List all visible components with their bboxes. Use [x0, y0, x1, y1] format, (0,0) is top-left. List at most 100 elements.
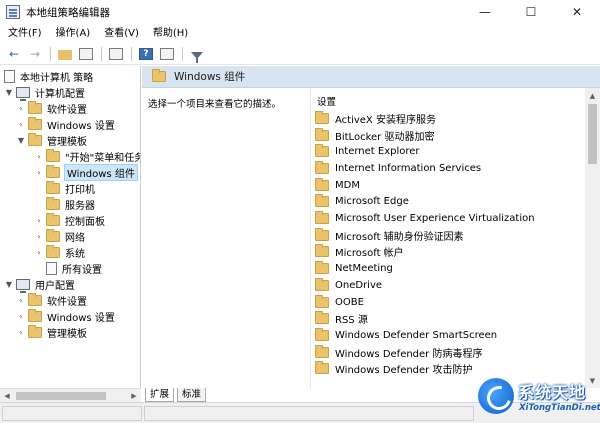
list-item-label: OneDrive: [335, 279, 383, 291]
list-item[interactable]: BitLocker 驱动器加密: [315, 127, 434, 144]
list-item[interactable]: Windows Defender 攻击防护: [315, 361, 472, 378]
list-item[interactable]: RSS 源: [315, 310, 368, 327]
column-header-setting[interactable]: 设置: [317, 94, 336, 108]
expand-chevron-icon[interactable]: ›: [34, 244, 44, 260]
tree-horizontal-scrollbar[interactable]: ◀ ▶: [0, 388, 141, 402]
forward-button[interactable]: →: [25, 45, 45, 63]
tree-item-label: 服务器: [65, 200, 95, 212]
tree-item-all-settings[interactable]: 所有设置: [46, 260, 102, 276]
list-item[interactable]: Microsoft Edge: [315, 194, 409, 211]
tree-item-windows-settings[interactable]: › Windows 设置: [16, 116, 115, 132]
folder-icon: [28, 116, 42, 130]
tab-extended[interactable]: 扩展: [145, 388, 175, 402]
folder-icon: [46, 212, 60, 226]
tree-item-user-software-settings[interactable]: › 软件设置: [16, 292, 87, 308]
expand-chevron-icon[interactable]: ›: [16, 292, 26, 308]
tree-item-label: Windows 组件: [64, 163, 138, 181]
tree-item-label: 控制面板: [65, 216, 105, 228]
folder-icon: [315, 244, 329, 258]
tree-item-printers[interactable]: 打印机: [46, 180, 95, 196]
menu-action[interactable]: 操作(A): [49, 24, 98, 43]
maximize-button[interactable]: ☐: [508, 0, 554, 24]
collapse-chevron-icon[interactable]: ▼: [16, 132, 26, 148]
scroll-up-arrow-icon[interactable]: ▲: [585, 88, 600, 103]
description-text: 选择一个项目来查看它的描述。: [148, 99, 282, 110]
help-button[interactable]: ?: [136, 45, 156, 63]
back-button[interactable]: ←: [4, 45, 24, 63]
tree-item-label: 本地计算机 策略: [20, 72, 94, 84]
folder-icon: [315, 160, 329, 174]
tree-item-root[interactable]: 本地计算机 策略: [4, 68, 93, 84]
show-hide-tree-button[interactable]: [76, 45, 96, 63]
scrollbar-thumb[interactable]: [588, 104, 597, 164]
folder-icon: [315, 227, 329, 241]
list-item[interactable]: Microsoft User Experience Virtualization: [315, 210, 535, 227]
list-item[interactable]: Internet Explorer: [315, 143, 420, 160]
tree-item-start-menu[interactable]: › "开始"菜单和任务栏: [34, 148, 140, 164]
tree-item-user-config[interactable]: ▼ 用户配置: [4, 276, 75, 293]
expand-chevron-icon[interactable]: ›: [34, 228, 44, 244]
folder-icon: [315, 327, 329, 341]
tree-item-network[interactable]: › 网络: [34, 228, 85, 244]
menu-file[interactable]: 文件(F): [0, 24, 49, 43]
close-button[interactable]: ✕: [554, 0, 600, 24]
scrollbar-thumb[interactable]: [16, 392, 106, 400]
folder-icon: [46, 228, 60, 242]
list-item-label: RSS 源: [335, 315, 368, 327]
tree-item-user-admin-templates[interactable]: › 管理模板: [16, 324, 87, 340]
expand-chevron-icon[interactable]: ›: [16, 100, 26, 116]
list-item[interactable]: ActiveX 安装程序服务: [315, 110, 436, 127]
tree-item-computer-config[interactable]: ▼ 计算机配置: [4, 84, 85, 101]
expand-chevron-icon[interactable]: ›: [34, 212, 44, 228]
list-item[interactable]: Microsoft 辅助身份验证因素: [315, 227, 464, 244]
list-item[interactable]: MDM: [315, 177, 360, 194]
tree-item-user-windows-settings[interactable]: › Windows 设置: [16, 308, 115, 324]
list-item[interactable]: Internet Information Services: [315, 160, 481, 177]
collapse-chevron-icon[interactable]: ▼: [4, 276, 14, 292]
list-item[interactable]: NetMeeting: [315, 260, 393, 277]
menu-help[interactable]: 帮助(H): [146, 24, 195, 43]
expand-chevron-icon[interactable]: ›: [16, 308, 26, 324]
list-item[interactable]: Windows Defender 防病毒程序: [315, 344, 482, 361]
list-item-label: BitLocker 驱动器加密: [335, 131, 435, 143]
expand-chevron-icon[interactable]: ›: [16, 324, 26, 340]
list-item[interactable]: Windows Defender SmartScreen: [315, 327, 497, 344]
scroll-right-arrow-icon[interactable]: ▶: [127, 389, 141, 403]
tree-item-servers[interactable]: 服务器: [46, 196, 95, 212]
export-list-button[interactable]: [106, 45, 126, 63]
list-item[interactable]: OOBE: [315, 294, 364, 311]
window-controls: — ☐ ✕: [462, 0, 600, 24]
scroll-left-arrow-icon[interactable]: ◀: [0, 389, 14, 403]
console-tree[interactable]: 本地计算机 策略 ▼ 计算机配置 › 软件设置 › Windows 设置 ▼ 管…: [0, 66, 141, 402]
tree-item-label: Windows 设置: [47, 120, 115, 132]
menu-view[interactable]: 查看(V): [97, 24, 146, 43]
details-header: Windows 组件: [142, 66, 600, 88]
filter-button[interactable]: [187, 45, 207, 63]
app-icon: [6, 5, 20, 19]
list-item[interactable]: Microsoft 帐户: [315, 244, 404, 261]
tree-item-control-panel[interactable]: › 控制面板: [34, 212, 105, 228]
settings-vertical-scrollbar[interactable]: ▲ ▼: [585, 88, 600, 388]
tab-standard[interactable]: 标准: [177, 388, 207, 402]
expand-chevron-icon[interactable]: ›: [34, 164, 44, 180]
expand-chevron-icon[interactable]: ›: [34, 148, 44, 164]
properties-button[interactable]: [157, 45, 177, 63]
user-icon: [16, 278, 30, 293]
tree-item-windows-components[interactable]: › Windows 组件: [34, 163, 138, 181]
list-item-label: Microsoft 辅助身份验证因素: [335, 231, 464, 243]
expand-chevron-icon[interactable]: ›: [16, 116, 26, 132]
minimize-button[interactable]: —: [462, 0, 508, 24]
up-level-button[interactable]: [55, 45, 75, 63]
folder-icon: [315, 361, 329, 375]
collapse-chevron-icon[interactable]: ▼: [4, 84, 14, 100]
window-title: 本地组策略编辑器: [26, 6, 110, 19]
tree-item-label: 网络: [65, 232, 85, 244]
tree-item-admin-templates[interactable]: ▼ 管理模板: [16, 132, 87, 148]
list-item-label: Windows Defender 攻击防护: [335, 365, 473, 377]
folder-icon: [46, 196, 60, 210]
list-item[interactable]: OneDrive: [315, 277, 382, 294]
tree-item-system[interactable]: › 系统: [34, 244, 85, 260]
folder-icon: [46, 180, 60, 194]
tree-item-software-settings[interactable]: › 软件设置: [16, 100, 87, 116]
settings-list[interactable]: 设置 ActiveX 安装程序服务 BitLocker 驱动器加密 Intern…: [310, 88, 585, 388]
